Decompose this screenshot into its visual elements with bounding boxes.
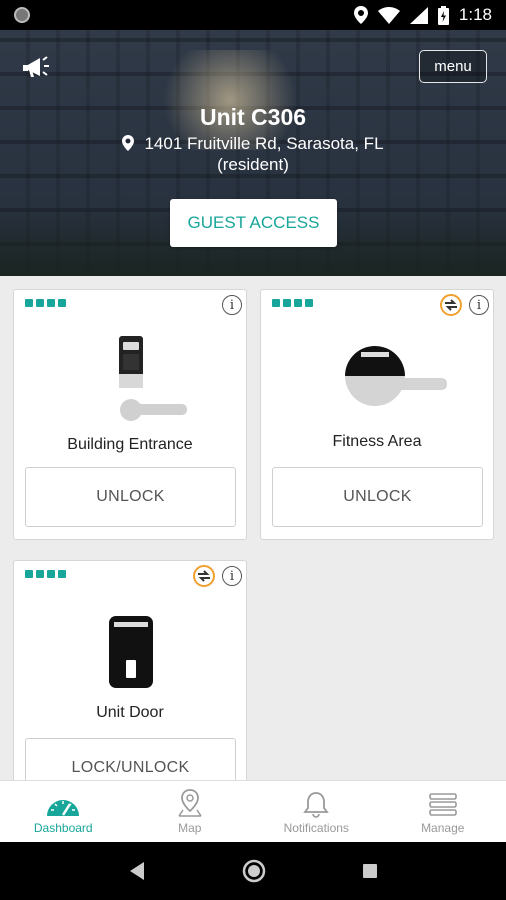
lock-name: Building Entrance — [67, 436, 193, 453]
stack-icon — [428, 793, 457, 816]
status-bar: 1:18 — [0, 0, 506, 30]
nav-label: Map — [178, 821, 202, 835]
info-icon[interactable]: i — [222, 566, 242, 586]
address: 1401 Fruitville Rd, Sarasota, FL (reside… — [0, 133, 506, 175]
megaphone-icon[interactable] — [22, 54, 50, 85]
deadbolt-lever-icon — [345, 346, 447, 406]
address-line: 1401 Fruitville Rd, Sarasota, FL — [144, 134, 384, 153]
unit-title: Unit C306 — [199, 104, 307, 130]
signal-strength-icon — [272, 299, 313, 307]
bottom-navigation: Dashboard Map Notifications Manage — [0, 780, 506, 842]
home-icon[interactable] — [242, 859, 266, 883]
map-pin-icon — [178, 789, 202, 817]
sync-icon[interactable] — [440, 294, 462, 316]
map-pin-icon — [122, 135, 135, 151]
speedometer-icon — [47, 800, 80, 816]
guest-access-button[interactable]: GUEST ACCESS — [170, 199, 337, 247]
clock: 1:18 — [458, 5, 492, 24]
recents-icon[interactable] — [362, 863, 378, 879]
signal-strength-icon — [25, 570, 66, 578]
lock-card-unit-door: i Unit Door LOCK/UNLOCK — [13, 560, 247, 798]
battery-icon — [437, 5, 449, 25]
wifi-icon — [377, 6, 400, 24]
lock-card-building-entrance: i Building Entrance UNLOCK — [13, 289, 247, 540]
bell-icon — [303, 792, 330, 818]
nav-dashboard[interactable]: Dashboard — [0, 781, 127, 842]
lock-card-fitness-area: i Fitness Area UNLOCK — [260, 289, 494, 540]
notification-dot-icon — [14, 7, 30, 23]
lock-name: Fitness Area — [332, 433, 422, 450]
back-icon[interactable] — [128, 861, 146, 881]
unit-header: menu Unit C306 1401 Fruitville Rd, Saras… — [0, 30, 506, 276]
signal-icon — [409, 6, 428, 24]
sync-icon[interactable] — [193, 565, 215, 587]
info-icon[interactable]: i — [222, 295, 242, 315]
location-icon — [353, 6, 368, 24]
nav-label: Dashboard — [33, 821, 93, 835]
resident-role: (resident) — [217, 155, 289, 174]
nav-label: Manage — [421, 821, 465, 835]
unlock-button[interactable]: UNLOCK — [25, 467, 236, 527]
info-icon[interactable]: i — [469, 295, 489, 315]
lock-name: Unit Door — [96, 704, 164, 721]
system-navigation-bar — [0, 842, 506, 900]
nav-map[interactable]: Map — [127, 781, 254, 842]
nav-manage[interactable]: Manage — [380, 781, 506, 842]
menu-button[interactable]: menu — [419, 50, 487, 83]
nav-label: Notifications — [283, 821, 349, 835]
lever-lock-icon — [119, 336, 187, 421]
unlock-button[interactable]: UNLOCK — [272, 467, 483, 527]
signal-strength-icon — [25, 299, 66, 307]
nav-notifications[interactable]: Notifications — [253, 781, 380, 842]
deadbolt-keypad-icon — [109, 616, 153, 688]
